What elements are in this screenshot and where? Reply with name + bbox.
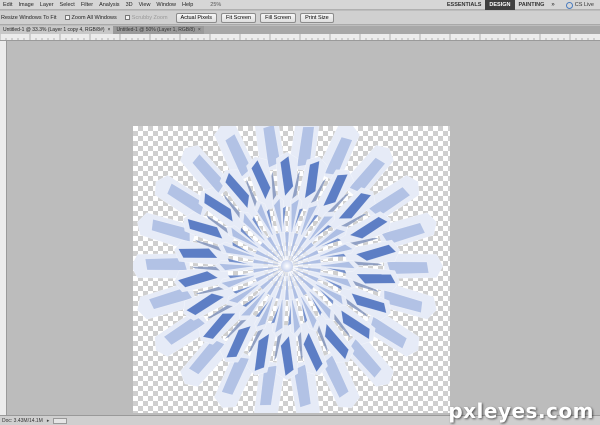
print-size-button[interactable]: Print Size bbox=[300, 12, 334, 23]
workspace-painting[interactable]: PAINTING bbox=[515, 0, 549, 10]
menu-help[interactable]: Help bbox=[179, 0, 196, 10]
horizontal-scrollbar[interactable] bbox=[53, 417, 68, 424]
checkbox-icon bbox=[64, 15, 70, 20]
menu-image[interactable]: Image bbox=[15, 0, 36, 10]
zoom-all-windows-checkbox[interactable]: Zoom All Windows bbox=[64, 14, 117, 21]
menu-window[interactable]: Window bbox=[153, 0, 179, 10]
checkbox-icon bbox=[124, 15, 130, 20]
document-tab-inactive[interactable]: Untitled-1 @ 50% (Layer 1, RGB/8) × bbox=[113, 26, 204, 34]
menu-edit[interactable]: Edit bbox=[0, 0, 15, 10]
document-tab-active[interactable]: Untitled-1 @ 33.3% (Layer 1 copy 4, RGB/… bbox=[0, 26, 114, 34]
document-info[interactable]: Doc: 3.43M/14.1M bbox=[2, 418, 43, 424]
close-icon[interactable]: × bbox=[198, 26, 201, 34]
document-tab-label: Untitled-1 @ 50% (Layer 1, RGB/8) bbox=[116, 27, 195, 33]
resize-windows-label: Resize Windows To Fit bbox=[1, 14, 57, 21]
scrubby-zoom-checkbox[interactable]: Scrubby Zoom bbox=[124, 14, 168, 21]
vertical-ruler[interactable] bbox=[0, 41, 7, 415]
options-bar: Resize Windows To Fit Zoom All Windows S… bbox=[0, 11, 600, 25]
workspace-essentials[interactable]: ESSENTIALS bbox=[443, 0, 486, 10]
actual-pixels-button[interactable]: Actual Pixels bbox=[175, 12, 218, 23]
menu-filter[interactable]: Filter bbox=[78, 0, 96, 10]
document-canvas[interactable] bbox=[133, 126, 450, 413]
menu-select[interactable]: Select bbox=[57, 0, 78, 10]
document-tab-label: Untitled-1 @ 33.3% (Layer 1 copy 4, RGB/… bbox=[3, 27, 105, 33]
canvas-area[interactable] bbox=[8, 41, 600, 415]
watermark-logo: pxleyes.com bbox=[448, 399, 594, 423]
fit-screen-button[interactable]: Fit Screen bbox=[221, 12, 257, 23]
close-icon[interactable]: × bbox=[108, 26, 111, 34]
document-tab-bar: Untitled-1 @ 33.3% (Layer 1 copy 4, RGB/… bbox=[0, 26, 600, 34]
menu-analysis[interactable]: Analysis bbox=[96, 0, 122, 10]
workspace-design[interactable]: DESIGN bbox=[485, 0, 515, 10]
menu-bar: Edit Image Layer Select Filter Analysis … bbox=[0, 0, 600, 10]
resize-windows-checkbox[interactable]: Resize Windows To Fit bbox=[1, 15, 57, 21]
cs-live-label: CS Live bbox=[574, 2, 594, 8]
more-workspaces-icon[interactable]: » bbox=[548, 2, 557, 8]
cs-live-icon bbox=[565, 1, 573, 9]
horizontal-ruler[interactable] bbox=[0, 34, 600, 41]
workspace-switcher: ESSENTIALS DESIGN PAINTING » CS Live bbox=[443, 0, 600, 10]
menu-3d[interactable]: 3D bbox=[123, 0, 136, 10]
status-menu-arrow-icon[interactable]: ▸ bbox=[47, 418, 50, 424]
mandala-artwork bbox=[133, 126, 444, 413]
cs-live-button[interactable]: CS Live bbox=[565, 1, 594, 9]
scrubby-zoom-label: Scrubby Zoom bbox=[131, 14, 168, 21]
menu-view[interactable]: View bbox=[136, 0, 154, 10]
menu-layer[interactable]: Layer bbox=[37, 0, 57, 10]
zoom-level-display[interactable]: 25% bbox=[210, 2, 221, 8]
fill-screen-button[interactable]: Fill Screen bbox=[260, 12, 297, 23]
ruler-ticks bbox=[0, 34, 595, 40]
zoom-all-windows-label: Zoom All Windows bbox=[71, 14, 117, 21]
